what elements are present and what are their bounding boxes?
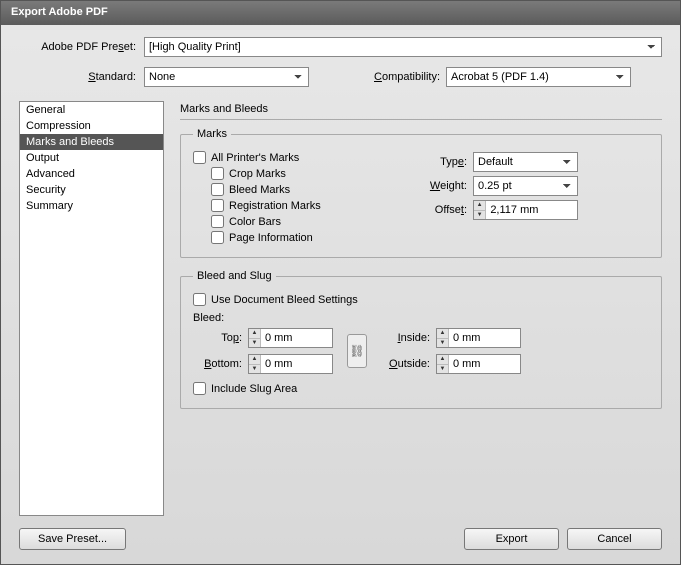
export-pdf-dialog: Export Adobe PDF Adobe PDF Preset: [High… [0, 0, 681, 565]
bleed-marks-label: Bleed Marks [229, 184, 290, 196]
weight-label: Weight: [423, 180, 473, 192]
button-bar: Save Preset... Export Cancel [1, 520, 680, 564]
bleed-slug-legend: Bleed and Slug [193, 270, 276, 282]
include-slug-label: Include Slug Area [211, 383, 297, 395]
panel-title: Marks and Bleeds [180, 101, 662, 120]
bleed-top-input[interactable] [261, 329, 332, 347]
compatibility-select[interactable]: Acrobat 5 (PDF 1.4) [446, 67, 631, 87]
compatibility-label: Compatibility: [374, 71, 446, 83]
bleed-slug-group: Bleed and Slug Use Document Bleed Settin… [180, 270, 662, 409]
bleed-inside-spinbox[interactable]: ▲▼ [436, 328, 521, 348]
bleed-top-label: Top: [193, 332, 248, 344]
cancel-button[interactable]: Cancel [567, 528, 662, 550]
color-bars-checkbox[interactable] [211, 215, 224, 228]
all-printers-marks-row: All Printer's Marks [193, 151, 393, 164]
bleed-outside-spinbox[interactable]: ▲▼ [436, 354, 521, 374]
settings-panel: Marks and Bleeds Marks All Printer's Mar… [180, 101, 662, 516]
bleed-marks-checkbox[interactable] [211, 183, 224, 196]
page-information-label: Page Information [229, 232, 313, 244]
standard-compat-row: Standard: None Compatibility: Acrobat 5 … [19, 67, 662, 87]
crop-marks-label: Crop Marks [229, 168, 286, 180]
sidebar-item-compression[interactable]: Compression [20, 118, 163, 134]
sidebar-item-marks-bleeds[interactable]: Marks and Bleeds [20, 134, 163, 150]
bleed-label: Bleed: [193, 312, 649, 324]
window-title: Export Adobe PDF [1, 1, 680, 25]
bleed-bottom-spinbox[interactable]: ▲▼ [248, 354, 333, 374]
export-button[interactable]: Export [464, 528, 559, 550]
use-document-bleed-label: Use Document Bleed Settings [211, 294, 358, 306]
crop-marks-checkbox[interactable] [211, 167, 224, 180]
type-select[interactable]: Default [473, 152, 578, 172]
standard-select[interactable]: None [144, 67, 309, 87]
bleed-bottom-label: Bottom: [193, 358, 248, 370]
type-label: Type: [423, 156, 473, 168]
spin-buttons-icon[interactable]: ▲▼ [437, 355, 449, 373]
spin-buttons-icon[interactable]: ▲▼ [249, 329, 261, 347]
page-information-checkbox[interactable] [211, 231, 224, 244]
sidebar-item-security[interactable]: Security [20, 182, 163, 198]
offset-label: Offset: [423, 204, 473, 216]
weight-select[interactable]: 0.25 pt [473, 176, 578, 196]
spin-buttons-icon[interactable]: ▲▼ [249, 355, 261, 373]
spin-buttons-icon[interactable]: ▲▼ [474, 201, 486, 219]
category-sidebar[interactable]: General Compression Marks and Bleeds Out… [19, 101, 164, 516]
offset-input[interactable] [486, 201, 577, 219]
all-printers-marks-label: All Printer's Marks [211, 152, 299, 164]
sidebar-item-summary[interactable]: Summary [20, 198, 163, 214]
bleed-inside-label: Inside: [381, 332, 436, 344]
sidebar-item-output[interactable]: Output [20, 150, 163, 166]
color-bars-label: Color Bars [229, 216, 281, 228]
standard-label: Standard: [19, 71, 144, 83]
link-values-icon[interactable]: ⛓ [347, 334, 367, 368]
dialog-content: Adobe PDF Preset: [High Quality Print] S… [1, 25, 680, 520]
all-printers-marks-checkbox[interactable] [193, 151, 206, 164]
bleed-outside-label: Outside: [381, 358, 436, 370]
include-slug-checkbox[interactable] [193, 382, 206, 395]
preset-select[interactable]: [High Quality Print] [144, 37, 662, 57]
marks-group: Marks All Printer's Marks Crop Marks [180, 128, 662, 258]
registration-marks-label: Registration Marks [229, 200, 321, 212]
spin-buttons-icon[interactable]: ▲▼ [437, 329, 449, 347]
preset-row: Adobe PDF Preset: [High Quality Print] [19, 37, 662, 57]
bleed-outside-input[interactable] [449, 355, 520, 373]
save-preset-button[interactable]: Save Preset... [19, 528, 126, 550]
mid-area: General Compression Marks and Bleeds Out… [19, 101, 662, 516]
offset-spinbox[interactable]: ▲▼ [473, 200, 578, 220]
sidebar-item-advanced[interactable]: Advanced [20, 166, 163, 182]
bleed-top-spinbox[interactable]: ▲▼ [248, 328, 333, 348]
use-document-bleed-checkbox[interactable] [193, 293, 206, 306]
sidebar-item-general[interactable]: General [20, 102, 163, 118]
bleed-bottom-input[interactable] [261, 355, 332, 373]
bleed-inside-input[interactable] [449, 329, 520, 347]
marks-legend: Marks [193, 128, 231, 140]
registration-marks-checkbox[interactable] [211, 199, 224, 212]
preset-label: Adobe PDF Preset: [19, 41, 144, 53]
